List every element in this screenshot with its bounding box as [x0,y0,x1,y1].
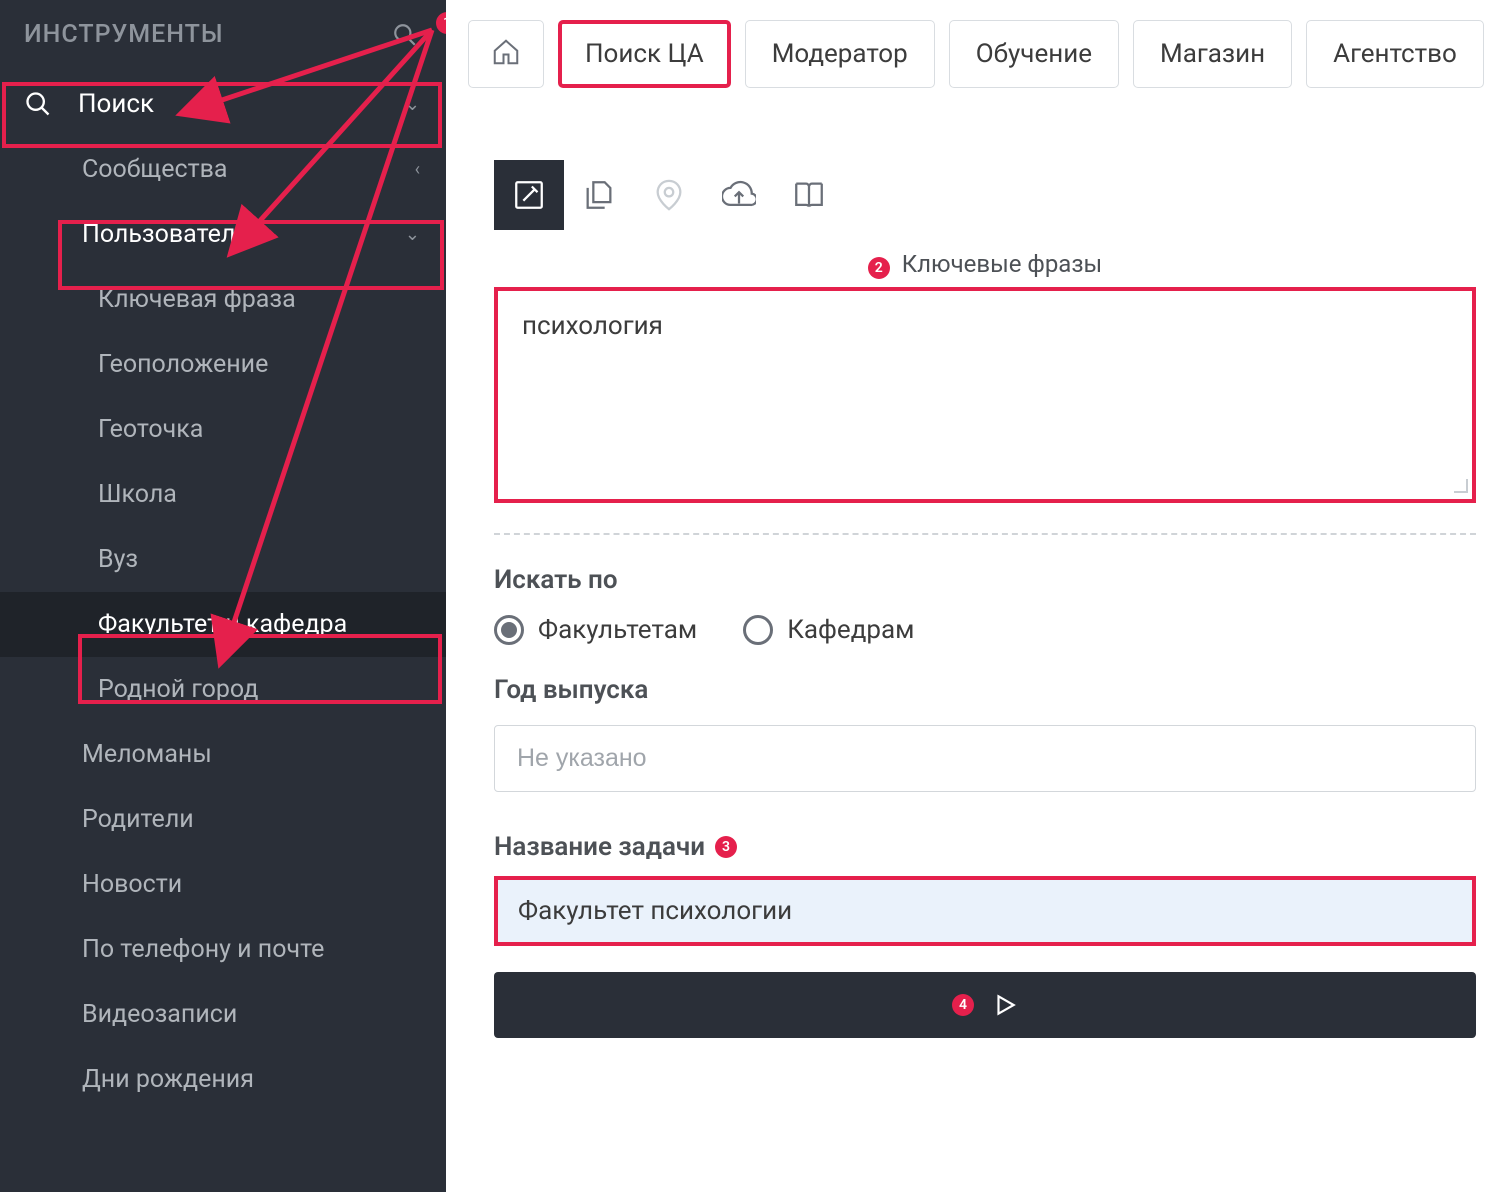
tab-moderator[interactable]: Модератор [745,20,935,88]
keywords-label: Ключевые фразы [902,250,1102,278]
year-input[interactable] [494,725,1476,792]
nav-label: Видеозаписи [82,1000,237,1029]
search-icon [24,90,52,118]
tab-label: Обучение [976,39,1092,69]
search-icon[interactable] [392,22,418,48]
sidebar-item-hometown[interactable]: Родной город [0,657,446,722]
radio-icon [743,615,773,645]
nav-label: Новости [82,870,182,899]
sidebar-item-search[interactable]: Поиск ⌄ [0,71,446,137]
tab-label: Агентство [1333,39,1457,69]
resize-handle[interactable] [498,495,1472,499]
nav-label: Геоположение [98,350,268,379]
sidebar-item-parents[interactable]: Родители [0,787,446,852]
nav-label: Ключевая фраза [98,285,296,314]
nav-label: По телефону и почте [82,935,324,964]
radio-icon [494,615,524,645]
chevron-down-icon: ⌄ [405,224,420,245]
task-label-row: Название задачи 3 [494,832,1476,862]
tab-label: Поиск ЦА [585,39,704,69]
sidebar: ИНСТРУМЕНТЫ Поиск ⌄ Сообщества ‹ Пользов… [0,0,446,1192]
search-by-label: Искать по [494,565,1476,595]
nav-label: Вуз [98,545,138,574]
nav-label: Пользователи [82,220,250,249]
year-label: Год выпуска [494,675,1476,705]
sidebar-item-phone[interactable]: По телефону и почте [0,917,446,982]
sidebar-title: ИНСТРУМЕНТЫ [24,20,224,49]
keywords-label-row: 2 Ключевые фразы [494,230,1476,287]
tab-label: Магазин [1160,39,1265,69]
tool-copy[interactable] [564,160,634,230]
separator [494,533,1476,535]
toolbar [446,160,1506,230]
tool-edit[interactable] [494,160,564,230]
tool-location[interactable] [634,160,704,230]
nav-label: Сообщества [82,155,228,184]
top-tabs: Поиск ЦА Модератор Обучение Магазин Аген… [446,0,1506,110]
sidebar-item-school[interactable]: Школа [0,462,446,527]
nav-label: Меломаны [82,740,212,769]
nav-label: Поиск [78,89,154,119]
task-input-wrap [494,876,1476,946]
sidebar-item-news[interactable]: Новости [0,852,446,917]
task-label: Название задачи [494,832,705,862]
chevron-left-icon: ‹ [415,159,420,180]
annotation-badge-3: 3 [715,836,737,858]
main-content: Поиск ЦА Модератор Обучение Магазин Аген… [446,0,1506,1192]
tab-home[interactable] [468,20,544,88]
chevron-down-icon: ⌄ [405,94,420,115]
annotation-badge-2: 2 [868,257,890,279]
nav-label: Школа [98,480,177,509]
sidebar-item-geoloc[interactable]: Геоположение [0,332,446,397]
sidebar-item-users[interactable]: Пользователи ⌄ [0,202,446,267]
sidebar-item-birthday[interactable]: Дни рождения [0,1047,446,1112]
annotation-badge-4: 4 [952,994,974,1016]
nav-label: Дни рождения [82,1065,254,1094]
tool-book[interactable] [774,160,844,230]
sidebar-item-keyword[interactable]: Ключевая фраза [0,267,446,332]
keywords-box [494,287,1476,503]
radio-departments[interactable]: Кафедрам [743,615,914,645]
sidebar-item-communities[interactable]: Сообщества ‹ [0,137,446,202]
keywords-textarea[interactable] [498,291,1472,491]
radio-label: Факультетам [538,615,697,645]
radio-group-searchby: Факультетам Кафедрам [494,615,1476,645]
sidebar-header: ИНСТРУМЕНТЫ [0,0,446,71]
sidebar-item-video[interactable]: Видеозаписи [0,982,446,1047]
nav-label: Родители [82,805,194,834]
sidebar-item-geopoint[interactable]: Геоточка [0,397,446,462]
radio-label: Кафедрам [787,615,914,645]
play-icon [992,992,1018,1018]
task-name-input[interactable] [498,880,1472,942]
nav-label: Факультет и кафедра [98,610,347,639]
run-button[interactable]: 4 [494,972,1476,1038]
tab-label: Модератор [772,39,908,69]
sidebar-item-melomany[interactable]: Меломаны [0,722,446,787]
nav-label: Родной город [98,675,258,704]
sidebar-item-faculty[interactable]: Факультет и кафедра [0,592,446,657]
tab-training[interactable]: Обучение [949,20,1119,88]
tab-search-ta[interactable]: Поиск ЦА [558,20,731,88]
tab-shop[interactable]: Магазин [1133,20,1292,88]
tool-upload[interactable] [704,160,774,230]
sidebar-item-univ[interactable]: Вуз [0,527,446,592]
radio-faculties[interactable]: Факультетам [494,615,697,645]
nav-label: Геоточка [98,415,203,444]
tab-agency[interactable]: Агентство [1306,20,1484,88]
